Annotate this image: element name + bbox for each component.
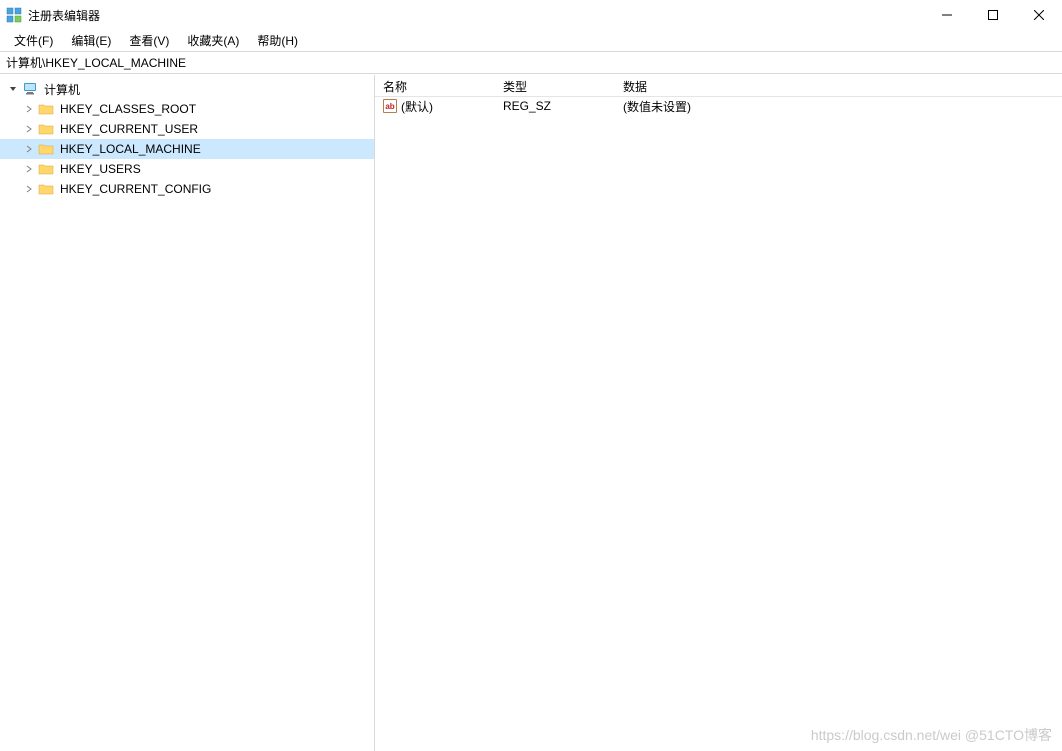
column-header-data[interactable]: 数据 [615,75,1062,96]
folder-icon [38,141,54,157]
folder-icon [38,101,54,117]
regedit-app-icon [6,7,22,23]
computer-icon [22,81,38,97]
tree-key-label: HKEY_USERS [58,161,143,177]
menu-favorites[interactable]: 收藏夹(A) [179,30,247,51]
folder-icon [38,181,54,197]
folder-icon [38,121,54,137]
main-content: 计算机 HKEY_CLASSES_ROOT HKEY_CURRENT_USER [0,74,1062,751]
column-header-type[interactable]: 类型 [495,75,615,96]
values-pane[interactable]: 名称 类型 数据 ab (默认) REG_SZ (数值未设置) [375,75,1062,751]
chevron-right-icon[interactable] [22,142,36,156]
window-controls [924,0,1062,30]
tree-key-label: HKEY_CLASSES_ROOT [58,101,198,117]
tree-key-hkey-classes-root[interactable]: HKEY_CLASSES_ROOT [0,99,374,119]
tree-root-label: 计算机 [42,80,82,99]
chevron-right-icon[interactable] [22,162,36,176]
values-header: 名称 类型 数据 [375,75,1062,97]
menu-view[interactable]: 查看(V) [121,30,177,51]
address-bar[interactable]: 计算机\HKEY_LOCAL_MACHINE [0,52,1062,74]
menu-edit[interactable]: 编辑(E) [63,30,119,51]
tree-key-hkey-current-config[interactable]: HKEY_CURRENT_CONFIG [0,179,374,199]
chevron-right-icon[interactable] [22,122,36,136]
maximize-button[interactable] [970,0,1016,30]
menu-help[interactable]: 帮助(H) [249,30,306,51]
chevron-down-icon[interactable] [6,82,20,96]
values-body: ab (默认) REG_SZ (数值未设置) [375,97,1062,115]
window-title: 注册表编辑器 [28,7,100,24]
menu-file[interactable]: 文件(F) [6,30,61,51]
titlebar: 注册表编辑器 [0,0,1062,30]
value-type: REG_SZ [495,99,615,113]
value-row-default[interactable]: ab (默认) REG_SZ (数值未设置) [375,97,1062,115]
tree-key-label: HKEY_LOCAL_MACHINE [58,141,203,157]
chevron-right-icon[interactable] [22,102,36,116]
tree-key-label: HKEY_CURRENT_CONFIG [58,181,213,197]
tree-root-computer[interactable]: 计算机 [0,79,374,99]
address-text: 计算机\HKEY_LOCAL_MACHINE [6,54,186,71]
value-name: (默认) [401,98,433,115]
tree-key-hkey-current-user[interactable]: HKEY_CURRENT_USER [0,119,374,139]
tree-key-hkey-users[interactable]: HKEY_USERS [0,159,374,179]
reg-string-icon: ab [383,99,397,113]
column-header-name[interactable]: 名称 [375,75,495,96]
close-button[interactable] [1016,0,1062,30]
minimize-button[interactable] [924,0,970,30]
folder-icon [38,161,54,177]
chevron-right-icon[interactable] [22,182,36,196]
value-data: (数值未设置) [615,98,1062,115]
tree-pane[interactable]: 计算机 HKEY_CLASSES_ROOT HKEY_CURRENT_USER [0,75,375,751]
menubar: 文件(F) 编辑(E) 查看(V) 收藏夹(A) 帮助(H) [0,30,1062,52]
tree-key-label: HKEY_CURRENT_USER [58,121,200,137]
tree-key-hkey-local-machine[interactable]: HKEY_LOCAL_MACHINE [0,139,374,159]
